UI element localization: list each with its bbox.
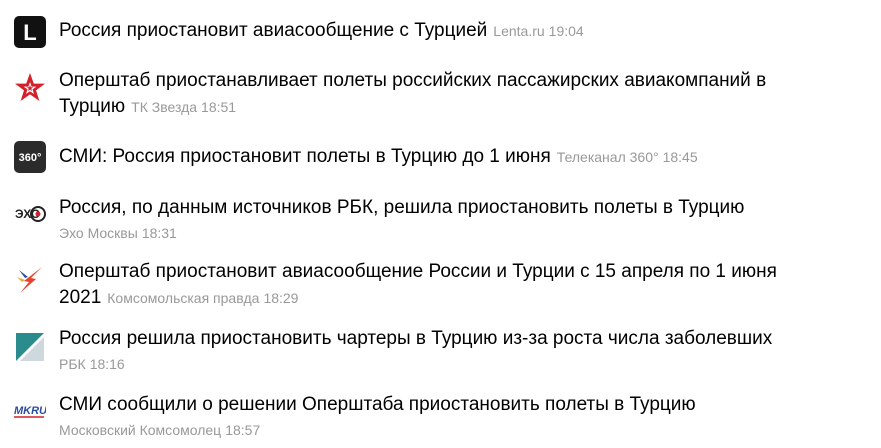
news-source[interactable]: Lenta.ru — [493, 23, 544, 39]
news-meta: ТК Звезда 18:51 — [131, 99, 236, 115]
news-meta: РБК 18:16 — [59, 353, 859, 375]
news-source[interactable]: Телеканал 360° — [557, 149, 659, 165]
rbc-logo-icon[interactable] — [14, 331, 46, 363]
mk-logo-icon[interactable]: MKRU — [14, 393, 46, 425]
zvezda-logo-icon[interactable] — [14, 72, 46, 104]
news-meta: Московский Комсомолец 18:57 — [59, 419, 859, 441]
news-time: 18:51 — [201, 99, 237, 115]
news-time: 18:16 — [89, 356, 125, 372]
lenta-logo-icon[interactable]: L — [14, 16, 46, 48]
news-source[interactable]: Эхо Москвы — [59, 225, 138, 241]
news-headline[interactable]: Россия приостановит авиасообщение с Турц… — [59, 20, 487, 41]
kp-logo-icon[interactable] — [14, 264, 46, 296]
news-time: 18:29 — [263, 290, 299, 306]
news-source[interactable]: Комсомольская правда — [107, 290, 259, 306]
news-list: L Россия приостановит авиасообщение с Ту… — [0, 0, 881, 448]
news-meta: Телеканал 360° 18:45 — [557, 149, 698, 165]
news-time: 18:45 — [662, 149, 698, 165]
news-headline[interactable]: СМИ сообщили о решении Оперштаба приоста… — [59, 394, 696, 415]
news-headline[interactable]: СМИ: Россия приостановит полеты в Турцию… — [59, 146, 551, 167]
360-logo-icon[interactable]: 360° — [14, 141, 46, 173]
news-time: 18:57 — [225, 422, 261, 438]
news-headline[interactable]: Россия, по данным источников РБК, решила… — [59, 197, 744, 218]
news-time: 18:31 — [141, 225, 177, 241]
news-source[interactable]: Московский Комсомолец — [59, 422, 221, 438]
svg-text:MKRU: MKRU — [14, 405, 46, 417]
news-time: 19:04 — [548, 23, 584, 39]
news-headline[interactable]: Россия решила приостановить чартеры в Ту… — [59, 328, 772, 349]
news-source[interactable]: РБК — [59, 356, 86, 372]
news-meta: Эхо Москвы 18:31 — [59, 222, 859, 244]
news-meta: Lenta.ru 19:04 — [493, 23, 583, 39]
news-source[interactable]: ТК Звезда — [131, 99, 197, 115]
news-meta: Комсомольская правда 18:29 — [107, 290, 298, 306]
echo-moskvy-logo-icon[interactable]: ЭХО — [14, 197, 46, 229]
svg-text:360°: 360° — [19, 152, 42, 164]
svg-text:L: L — [23, 20, 36, 45]
